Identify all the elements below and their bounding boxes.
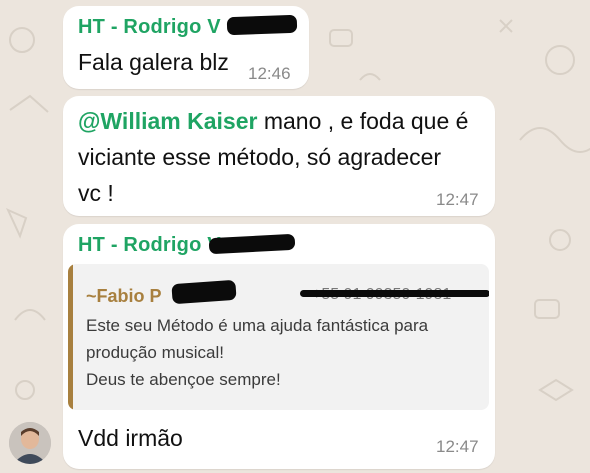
- message-bubble-1[interactable]: HT - Rodrigo V Fala galera blz 12:46: [63, 6, 309, 89]
- message-time: 12:47: [436, 190, 479, 209]
- redaction-mark: [226, 14, 298, 36]
- mention-link[interactable]: @William Kaiser: [78, 108, 257, 134]
- message-time: 12:47: [436, 437, 479, 456]
- quote-line-1: Este seu Método é uma ajuda fantástica p…: [86, 316, 429, 335]
- quote-accent-bar: [68, 264, 73, 410]
- message-text: @William Kaiser mano , e foda que é: [78, 103, 488, 139]
- sender-name[interactable]: HT - Rodrigo V: [78, 234, 221, 257]
- message-text: Vdd irmão: [78, 425, 183, 451]
- message-time: 12:46: [248, 64, 291, 83]
- message-text-line3: vc !: [78, 180, 114, 206]
- avatar[interactable]: [9, 422, 51, 464]
- message-text: Fala galera blz: [78, 49, 229, 75]
- message-bubble-2[interactable]: @William Kaiser mano , e foda que é vici…: [63, 96, 495, 216]
- redaction-mark: [208, 233, 296, 255]
- quote-line-2: produção musical!: [86, 343, 224, 362]
- quote-line-3: Deus te abençoe sempre!: [86, 370, 281, 389]
- redaction-mark: [300, 290, 489, 297]
- message-text-line2: viciante esse método, só agradecer: [78, 144, 442, 170]
- quoted-message[interactable]: ~Fabio P +55 91 99350-1981 Este seu Méto…: [68, 264, 489, 410]
- redaction-mark: [171, 279, 237, 305]
- sender-name[interactable]: HT - Rodrigo V: [78, 16, 221, 39]
- message-bubble-3[interactable]: HT - Rodrigo V ~Fabio P +55 91 99350-198…: [63, 224, 495, 469]
- avatar-icon: [9, 422, 51, 464]
- quote-author: ~Fabio P: [86, 286, 162, 306]
- message-text-line1: mano , e foda que é: [257, 108, 469, 134]
